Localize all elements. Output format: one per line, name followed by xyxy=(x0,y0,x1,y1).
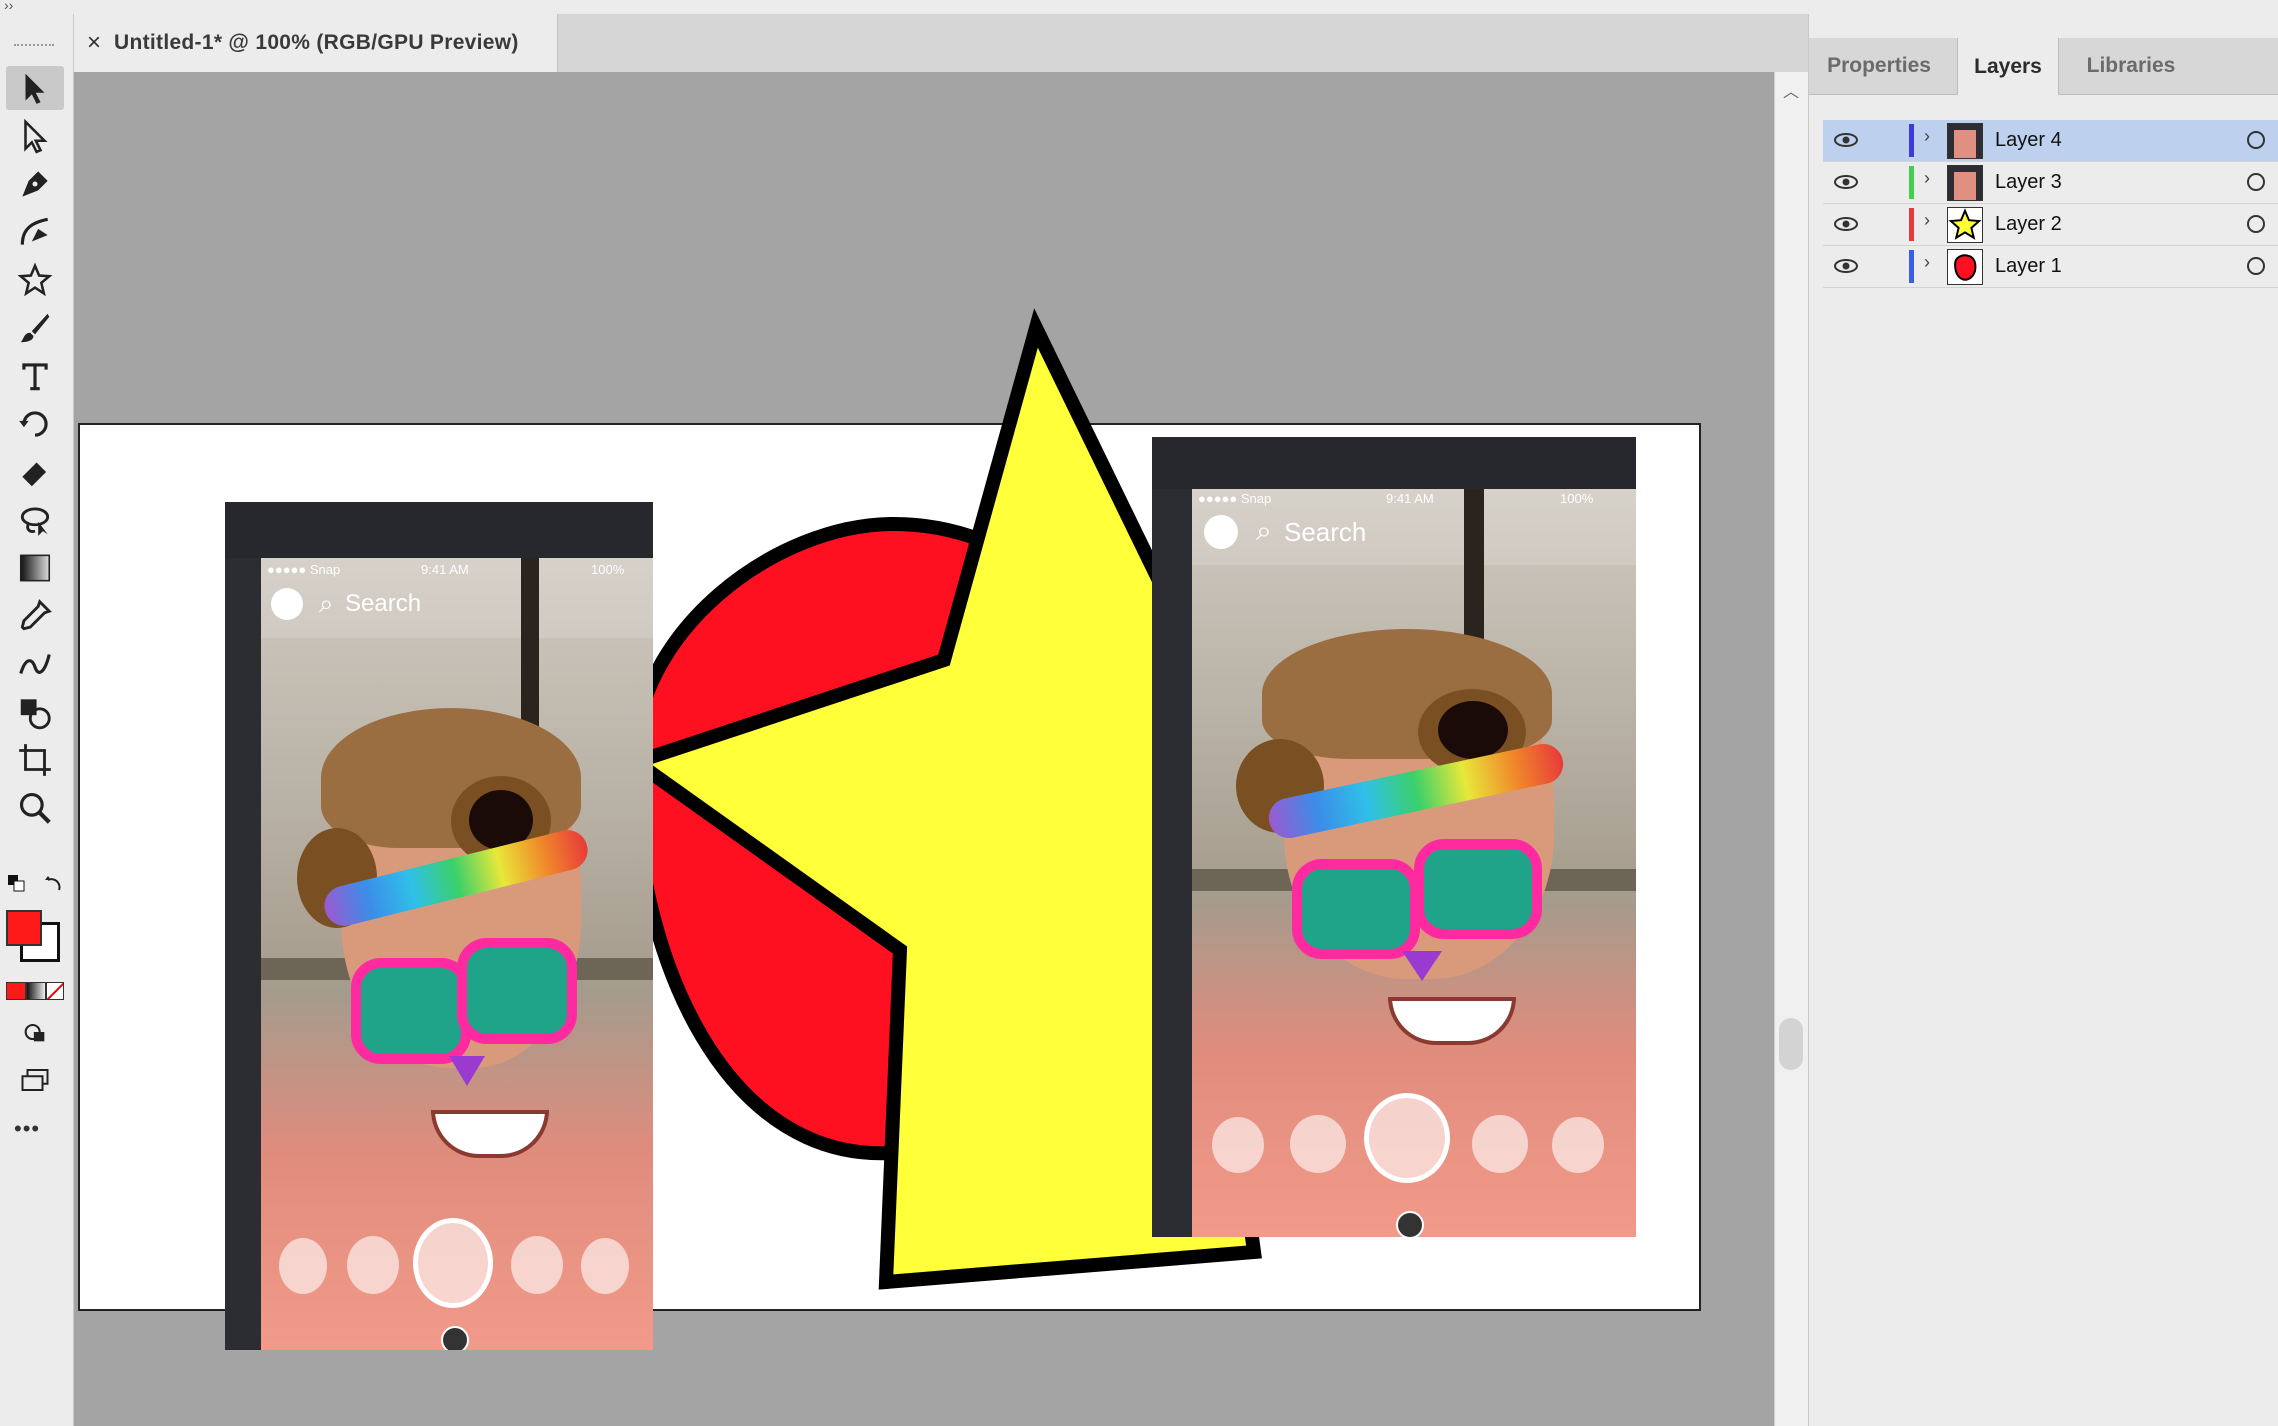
right-panel: Properties Layers Libraries › Layer 4 › xyxy=(1808,14,2278,1426)
search-label: Search xyxy=(1284,517,1367,547)
document-title: Untitled-1* @ 100% (RGB/GPU Preview) xyxy=(114,31,519,54)
close-lens-icon xyxy=(441,1326,469,1350)
star-thumbnail-icon xyxy=(1947,207,1983,243)
chevron-right-icon[interactable]: › xyxy=(1924,210,1930,231)
shape-builder-tool-icon[interactable] xyxy=(6,690,64,734)
fill-color-swatch[interactable] xyxy=(6,910,42,946)
red-blob-thumbnail-icon xyxy=(1947,249,1983,285)
swap-colors-icon[interactable] xyxy=(40,862,70,906)
search-label: Search xyxy=(345,590,422,617)
lens-icon xyxy=(1472,1115,1528,1173)
phone-thumbnail-icon xyxy=(1947,165,1983,201)
layer-target-icon[interactable] xyxy=(2247,257,2265,275)
type-tool-icon[interactable] xyxy=(6,354,64,398)
pen-tool-icon[interactable] xyxy=(6,162,64,206)
layer-name[interactable]: Layer 4 xyxy=(1995,129,2062,152)
eye-icon[interactable] xyxy=(1833,130,1859,150)
layer-target-icon[interactable] xyxy=(2247,173,2265,191)
capture-button-icon xyxy=(1364,1093,1450,1183)
blend-tool-icon[interactable] xyxy=(6,642,64,686)
vertical-scrollbar[interactable] xyxy=(1774,72,1809,1426)
status-battery: 100% xyxy=(1560,491,1594,506)
gradient-mode-icon[interactable] xyxy=(26,982,46,1000)
phone-thumbnail-icon xyxy=(1947,123,1983,159)
eyedropper-tool-icon[interactable] xyxy=(6,594,64,638)
status-time: 9:41 AM xyxy=(1386,491,1434,506)
selection-tool-icon[interactable] xyxy=(6,66,64,110)
lens-icon xyxy=(511,1236,563,1294)
eye-icon[interactable] xyxy=(1833,256,1859,276)
tab-layers[interactable]: Layers xyxy=(1957,38,2059,95)
tab-libraries[interactable]: Libraries xyxy=(2065,38,2197,94)
chevron-right-icon[interactable]: › xyxy=(1924,126,1930,147)
document-tab-bar: × Untitled-1* @ 100% (RGB/GPU Preview) xyxy=(74,14,1808,73)
layer-name[interactable]: Layer 1 xyxy=(1995,255,2062,278)
chevron-right-icon[interactable]: › xyxy=(1924,168,1930,189)
curvature-tool-icon[interactable] xyxy=(6,210,64,254)
color-mode-icon[interactable] xyxy=(6,982,26,1000)
eye-icon[interactable] xyxy=(1833,214,1859,234)
camera-view: ●●●●● Snap 9:41 AM 100% ⌕ Search xyxy=(1192,489,1636,1237)
layer-row-layer-1[interactable]: › Layer 1 xyxy=(1823,246,2278,288)
layer-name[interactable]: Layer 2 xyxy=(1995,213,2062,236)
snapchat-screenshot-right[interactable]: ●●●●● Snap 9:41 AM 100% ⌕ Search xyxy=(1152,437,1636,1237)
gradient-tool-icon[interactable] xyxy=(6,546,64,590)
lens-icon xyxy=(581,1238,629,1294)
draw-mode-icon[interactable] xyxy=(6,1010,64,1054)
layer-color-bar xyxy=(1909,124,1914,157)
layer-color-bar xyxy=(1909,250,1914,283)
search-icon: ⌕ xyxy=(319,588,334,618)
toolbar-collapse-icon[interactable]: ›› xyxy=(4,0,13,13)
panel-tab-bar: Properties Layers Libraries xyxy=(1809,38,2278,95)
layer-row-layer-2[interactable]: › Layer 2 xyxy=(1823,204,2278,246)
tab-properties[interactable]: Properties xyxy=(1809,38,1949,94)
profile-icon xyxy=(1204,515,1238,549)
window-top-strip: ›› xyxy=(0,0,2278,15)
status-time: 9:41 AM xyxy=(421,562,469,577)
rotate-tool-icon[interactable] xyxy=(6,402,64,446)
profile-icon xyxy=(271,588,303,620)
eraser-tool-icon[interactable] xyxy=(6,450,64,494)
layer-row-layer-4[interactable]: › Layer 4 xyxy=(1823,120,2278,162)
close-tab-icon[interactable]: × xyxy=(74,29,114,57)
artboard-tool-icon[interactable] xyxy=(6,738,64,782)
paintbrush-tool-icon[interactable] xyxy=(6,306,64,350)
lens-icon xyxy=(347,1236,399,1294)
capture-button-icon xyxy=(413,1218,493,1308)
document-tab[interactable]: × Untitled-1* @ 100% (RGB/GPU Preview) xyxy=(74,14,558,72)
scroll-up-icon[interactable]: ︿ xyxy=(1780,78,1802,101)
zoom-tool-icon[interactable] xyxy=(6,786,64,830)
eye-icon[interactable] xyxy=(1833,172,1859,192)
screen-mode-icon[interactable] xyxy=(6,1058,64,1102)
more-tools-icon[interactable]: ••• xyxy=(14,1116,40,1142)
layer-name[interactable]: Layer 3 xyxy=(1995,171,2062,194)
layer-target-icon[interactable] xyxy=(2247,215,2265,233)
direct-selection-tool-icon[interactable] xyxy=(6,114,64,158)
close-lens-icon xyxy=(1396,1211,1424,1237)
toolbar-grip[interactable] xyxy=(14,44,54,52)
layer-color-bar xyxy=(1909,166,1914,199)
layer-row-layer-3[interactable]: › Layer 3 xyxy=(1823,162,2278,204)
status-carrier: ●●●●● Snap xyxy=(1198,491,1272,506)
star-tool-icon[interactable] xyxy=(6,258,64,302)
layer-color-bar xyxy=(1909,208,1914,241)
layer-target-icon[interactable] xyxy=(2247,131,2265,149)
tools-panel: ••• xyxy=(0,14,74,1426)
lens-icon xyxy=(1552,1117,1604,1173)
default-colors-icon[interactable] xyxy=(2,862,32,906)
status-carrier: ●●●●● Snap xyxy=(267,562,341,577)
search-icon: ⌕ xyxy=(1256,515,1272,546)
status-battery: 100% xyxy=(591,562,625,577)
scrollbar-thumb[interactable] xyxy=(1779,1018,1803,1070)
lens-icon xyxy=(279,1238,327,1294)
lens-icon xyxy=(1290,1115,1346,1173)
none-mode-icon[interactable] xyxy=(46,982,64,1000)
lasso-tool-icon[interactable] xyxy=(6,498,64,542)
snapchat-screenshot-left[interactable]: ●●●●● Snap 9:41 AM 100% ⌕ Search xyxy=(225,502,653,1350)
lens-icon xyxy=(1212,1117,1264,1173)
chevron-right-icon[interactable]: › xyxy=(1924,252,1930,273)
canvas-area[interactable]: ●●●●● Snap 9:41 AM 100% ⌕ Search ●●●●● S… xyxy=(74,72,1774,1426)
camera-view: ●●●●● Snap 9:41 AM 100% ⌕ Search xyxy=(261,558,653,1350)
